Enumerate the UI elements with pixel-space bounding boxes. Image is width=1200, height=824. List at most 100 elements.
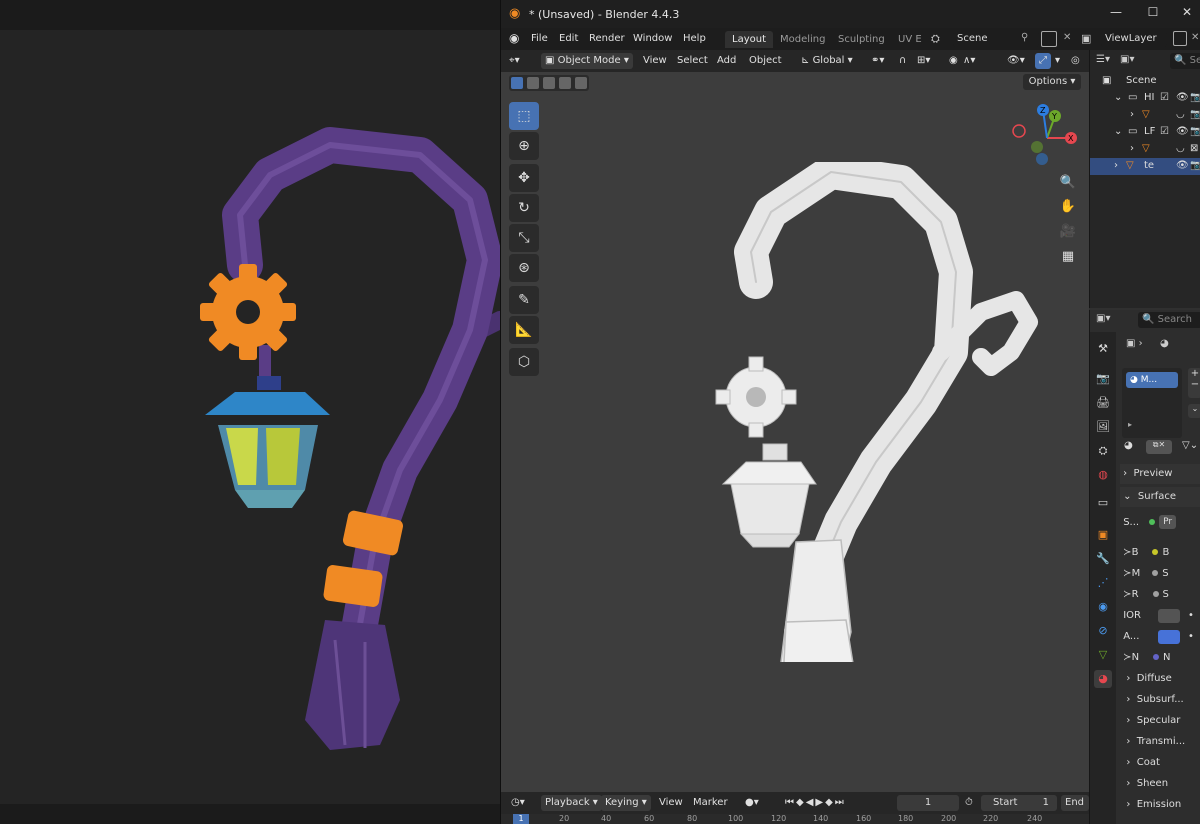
timeline-editor-icon[interactable]: ◷▾ [511, 795, 525, 811]
auto-key-icon[interactable]: ●▾ [745, 795, 759, 811]
rotate-tool[interactable]: ↻ [509, 194, 539, 222]
outliner-row-hi-mesh[interactable]: › ▽ ◡ 📷 [1090, 107, 1200, 124]
keying-menu[interactable]: Keying ▾ [601, 795, 651, 811]
pivot-icon[interactable]: ⚭▾ [871, 53, 884, 69]
gizmo-neg-x[interactable] [1012, 124, 1026, 138]
view-layer-tab-icon[interactable]: 🖼 [1094, 418, 1112, 436]
3d-viewport[interactable]: Options ▾ ⬚ ⊕ ✥ ↻ ⤡ ⊛ ✎ 📐 ⬡ X Y Z 🔍 ✋ 🎥 … [501, 72, 1089, 792]
menu-window[interactable]: Window [633, 33, 672, 44]
playback-menu[interactable]: Playback ▾ [541, 795, 602, 811]
gizmo-dropdown-icon[interactable]: ▾ [1055, 53, 1060, 69]
render-tab-icon[interactable]: 📷 [1094, 370, 1112, 388]
snap-target-icon[interactable]: ⊞▾ [917, 53, 930, 69]
eye-icon[interactable]: 👁 [1176, 160, 1189, 171]
particles-tab-icon[interactable]: ⋰ [1094, 574, 1112, 592]
expand-list-icon[interactable]: ▸ [1128, 420, 1132, 429]
output-tab-icon[interactable]: 🖨 [1094, 394, 1112, 412]
select-box-tool[interactable]: ⬚ [509, 102, 539, 130]
roughness-row[interactable]: ≻R S [1120, 586, 1200, 604]
viewlayer-icon[interactable]: ▣ [1081, 32, 1091, 45]
delete-scene-icon[interactable]: ✕ [1063, 32, 1071, 43]
world-tab-icon[interactable]: ◍ [1094, 466, 1112, 484]
outliner-row-te[interactable]: › ▽ te 👁 📷 [1090, 158, 1200, 175]
gizmo-neg-y[interactable] [1031, 141, 1043, 153]
menu-render[interactable]: Render [589, 33, 625, 44]
subpanel-subsurface[interactable]: › Subsurf... [1120, 691, 1200, 709]
render-camera-icon[interactable]: 📷 [1190, 160, 1200, 171]
collection-tab-icon[interactable]: ▭ [1094, 494, 1112, 512]
properties-editor-icon[interactable]: ▣▾ [1096, 313, 1110, 324]
menu-help[interactable]: Help [683, 33, 706, 44]
object-tab-icon[interactable]: ▣ [1094, 526, 1112, 544]
proportional-edit-icon[interactable]: ◉ [949, 53, 958, 69]
viewlayer-field[interactable]: ViewLayer [1101, 31, 1167, 47]
subpanel-specular[interactable]: › Specular [1120, 712, 1200, 730]
new-viewlayer-icon[interactable] [1173, 31, 1187, 46]
measure-tool[interactable]: 📐 [509, 316, 539, 344]
falloff-icon[interactable]: ∧▾ [963, 53, 975, 69]
orientation-dropdown[interactable]: ⊾ Global ▾ [801, 53, 853, 69]
outliner-row-scene[interactable]: ▣ Scene [1090, 73, 1200, 90]
tab-uv-editing[interactable]: UV E [891, 31, 929, 48]
properties-search-input[interactable]: 🔍 Search [1138, 312, 1200, 328]
tab-sculpting[interactable]: Sculpting [831, 31, 892, 48]
alpha-row[interactable]: A... • [1120, 628, 1200, 646]
disabled-camera-icon[interactable]: ⊠ [1190, 143, 1198, 154]
menu-file[interactable]: File [531, 33, 548, 44]
timeline-view-menu[interactable]: View [659, 795, 683, 811]
start-frame-field[interactable]: Start 1 [981, 795, 1057, 811]
select-new-icon[interactable] [511, 77, 523, 89]
material-browse-icon[interactable]: ◕ [1124, 440, 1133, 451]
maximize-button[interactable]: ☐ [1143, 5, 1163, 23]
outliner-editor-icon[interactable]: ☰▾ [1096, 54, 1110, 65]
outliner-row-lf-mesh[interactable]: › ▽ ◡ ⊠ [1090, 141, 1200, 158]
minimize-button[interactable]: — [1106, 5, 1126, 23]
display-mode-icon[interactable]: ▣▾ [1120, 54, 1134, 65]
new-scene-icon[interactable] [1041, 31, 1057, 47]
menu-object[interactable]: Object [749, 53, 782, 69]
hidden-eye-icon[interactable]: ◡ [1176, 109, 1185, 120]
render-camera-icon[interactable]: 📷 [1190, 92, 1200, 103]
render-camera-icon[interactable]: 📷 [1190, 126, 1200, 137]
select-intersect-icon[interactable] [575, 77, 587, 89]
tab-layout[interactable]: Layout [725, 31, 773, 48]
expand-arrow-icon[interactable]: ⌄ [1114, 92, 1122, 103]
end-frame-field[interactable]: End [1061, 795, 1089, 811]
close-button[interactable]: ✕ [1177, 5, 1197, 23]
playback-controls[interactable]: ⏮◆◀▶◆⏭ [785, 795, 846, 811]
surface-panel-header[interactable]: ⌄ Surface [1120, 487, 1200, 507]
menu-edit[interactable]: Edit [559, 33, 578, 44]
snap-icon[interactable]: ∩ [899, 53, 906, 69]
transform-tool[interactable]: ⊛ [509, 254, 539, 282]
expand-arrow-icon[interactable]: › [1114, 160, 1118, 171]
checkbox-icon[interactable]: ☑ [1160, 126, 1169, 137]
select-subtract-icon[interactable] [543, 77, 555, 89]
constraints-tab-icon[interactable]: ⊘ [1094, 622, 1112, 640]
select-invert-icon[interactable] [559, 77, 571, 89]
add-remove-slot-buttons[interactable]: + − [1188, 368, 1200, 398]
material-datablock-field[interactable]: ⧉✕ [1146, 440, 1172, 454]
menu-select[interactable]: Select [677, 53, 708, 69]
marker-menu[interactable]: Marker [693, 795, 728, 811]
keyframe-dot-icon[interactable]: • [1188, 607, 1194, 625]
annotate-tool[interactable]: ✎ [509, 286, 539, 314]
blender-menu-icon[interactable]: ◉ [509, 31, 519, 45]
filter-icon[interactable]: ▽⌄ [1182, 440, 1198, 451]
eye-icon[interactable]: 👁 [1176, 92, 1189, 103]
render-camera-icon[interactable]: 📷 [1190, 109, 1200, 120]
timeline-ruler[interactable]: 1 20 40 60 80 100 120 140 160 180 200 22… [501, 814, 1089, 824]
current-frame-field[interactable]: 1 [897, 795, 959, 811]
slot-menu-icon[interactable]: ⌄ [1188, 404, 1200, 418]
surface-shader-row[interactable]: S... Pr [1120, 514, 1200, 532]
subpanel-coat[interactable]: › Coat [1120, 754, 1200, 772]
expand-arrow-icon[interactable]: ⌄ [1114, 126, 1122, 137]
normal-row[interactable]: ≻N N [1120, 649, 1200, 667]
ior-field[interactable] [1158, 609, 1180, 623]
base-color-row[interactable]: ≻B B [1120, 544, 1200, 562]
overlay-icon[interactable]: ◎ [1071, 53, 1080, 69]
visibility-icon[interactable]: 👁▾ [1007, 53, 1025, 69]
subpanel-emission[interactable]: › Emission [1120, 796, 1200, 814]
delete-viewlayer-icon[interactable]: ✕ [1191, 32, 1199, 43]
menu-view[interactable]: View [643, 53, 667, 69]
editor-type-icon[interactable]: ⌖▾ [509, 53, 520, 69]
